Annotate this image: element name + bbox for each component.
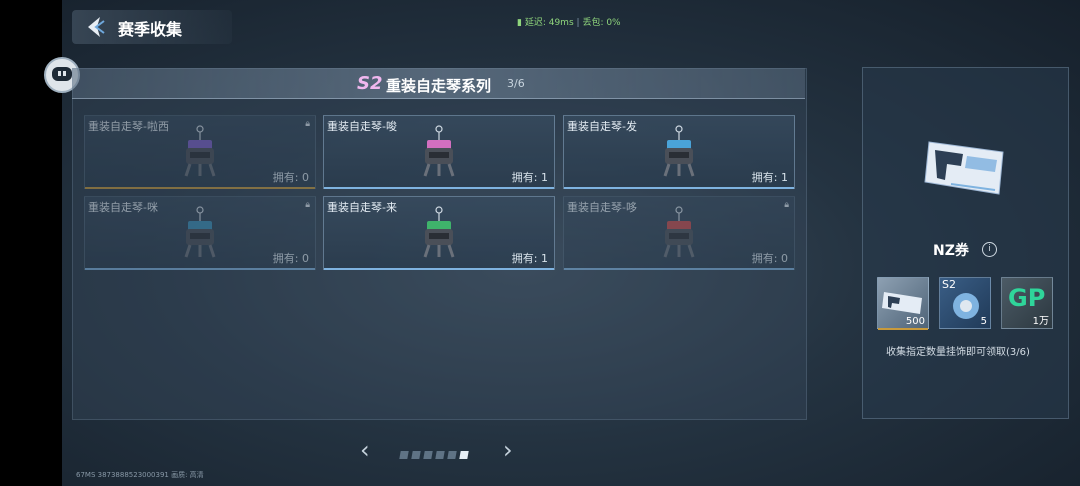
latency-text: 延迟: 49ms	[524, 18, 574, 28]
card-owned-count: 拥有: 0	[272, 252, 309, 265]
prev-page-icon[interactable]: ‹	[360, 436, 370, 464]
robot-pendant-icon	[663, 125, 695, 177]
card-owned-count: 拥有: 0	[272, 171, 309, 184]
robot-pendant-icon	[184, 125, 216, 177]
lock-icon: 🔒︎	[305, 119, 310, 129]
reward-item-ticket[interactable]: 500	[877, 277, 929, 330]
card-owned-count: 拥有: 1	[751, 171, 788, 184]
info-icon[interactable]: i	[982, 242, 997, 257]
back-arrow-icon[interactable]	[84, 15, 108, 39]
card-name: 重装自走琴-唆	[327, 120, 397, 133]
collection-card[interactable]: 重装自走琴-啦西 🔒︎ 拥有: 0	[84, 115, 316, 189]
page-indicator	[399, 444, 472, 463]
lock-icon: 🔒︎	[784, 200, 789, 210]
series-title: 重装自走琴系列	[386, 77, 492, 95]
avatar-face-icon	[52, 67, 72, 81]
signal-icon: ▮	[517, 18, 522, 28]
collection-card[interactable]: 重装自走琴-哆 🔒︎ 拥有: 0	[563, 196, 795, 270]
collection-card[interactable]: 重装自走琴-来拥有: 1	[323, 196, 555, 270]
reward-item-qty: 1万	[1032, 316, 1049, 327]
season-badge: S2	[357, 73, 383, 94]
lock-icon: 🔒︎	[305, 200, 310, 210]
card-name: 重装自走琴-来	[327, 201, 397, 214]
reward-item-label: S2	[942, 278, 956, 291]
page-dot[interactable]	[423, 451, 433, 459]
robot-pendant-icon	[663, 206, 695, 258]
card-owned-count: 拥有: 1	[511, 171, 548, 184]
card-name: 重装自走琴-哆	[567, 201, 637, 214]
collection-card[interactable]: 重装自走琴-唆拥有: 1	[323, 115, 555, 189]
card-name: 重装自走琴-咪	[88, 201, 158, 214]
series-count: 3/6	[507, 77, 525, 90]
reward-description: 收集指定数量挂饰即可领取(3/6)	[886, 347, 1030, 358]
nz-ticket-icon	[924, 141, 1004, 195]
card-owned-count: 拥有: 1	[511, 252, 548, 265]
collection-card[interactable]: 重装自走琴-咪 🔒︎ 拥有: 0	[84, 196, 316, 270]
reward-item-qty: 500	[905, 316, 925, 327]
collection-card[interactable]: 重装自走琴-发拥有: 1	[563, 115, 795, 189]
network-status: ▮ 延迟: 49ms | 丢包: 0%	[517, 18, 621, 28]
page-dot[interactable]	[435, 451, 445, 459]
robot-pendant-icon	[423, 125, 455, 177]
card-name: 重装自走琴-啦西	[88, 120, 169, 133]
page-dot[interactable]	[399, 451, 409, 459]
reward-item-gp[interactable]: GP 1万	[1001, 277, 1053, 329]
robot-pendant-icon	[184, 206, 216, 258]
page-title: 赛季收集	[118, 20, 183, 39]
packet-loss-text: 丢包: 0%	[582, 18, 621, 28]
page-dot[interactable]	[447, 451, 457, 459]
reward-item-crate[interactable]: S2 5	[939, 277, 991, 329]
card-owned-count: 拥有: 0	[751, 252, 788, 265]
card-name: 重装自走琴-发	[567, 120, 637, 133]
footer-info: 67MS 3873888523000391 画质: 高清	[76, 471, 204, 479]
gp-icon: GP	[1008, 284, 1046, 312]
reward-item-qty: 5	[980, 316, 987, 327]
next-page-icon[interactable]: ›	[503, 436, 513, 464]
page-dot[interactable]	[459, 451, 469, 459]
robot-pendant-icon	[423, 206, 455, 258]
page-dot[interactable]	[411, 451, 421, 459]
reward-name: NZ券	[933, 243, 969, 259]
